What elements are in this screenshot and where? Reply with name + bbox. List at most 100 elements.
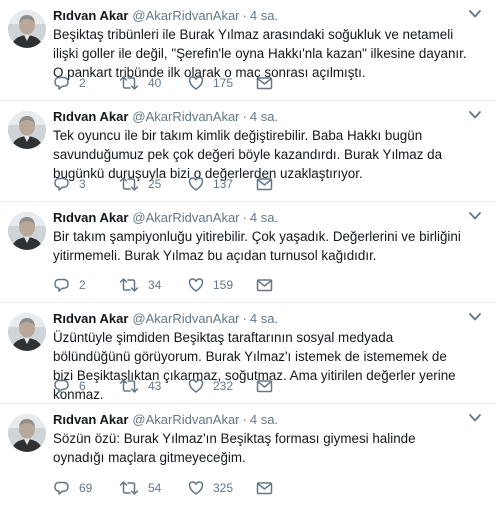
tweet-body: Rıdvan Akar @AkarRidvanAkar · 4 sa. Beşikta… [53, 7, 476, 82]
reply-button[interactable]: 2 [53, 277, 86, 293]
like-count: 175 [213, 76, 234, 90]
tweet-body: Rıdvan Akar @AkarRidvanAkar · 4 sa. Tek oyu… [53, 108, 476, 183]
tweet-header: Rıdvan Akar @AkarRidvanAkar · 4 sa. [53, 108, 476, 125]
retweet-count: 34 [148, 278, 162, 292]
retweet-count: 43 [148, 379, 162, 393]
chevron-down-icon[interactable] [468, 110, 482, 120]
heart-icon [188, 480, 204, 496]
tweet-header: Rıdvan Akar @AkarRidvanAkar · 4 sa. [53, 7, 476, 24]
username[interactable]: @AkarRidvanAkar [132, 109, 239, 124]
separator-dot: · [242, 311, 247, 326]
display-name[interactable]: Rıdvan Akar [53, 109, 128, 124]
chevron-down-icon[interactable] [468, 211, 482, 221]
reply-count: 3 [79, 177, 86, 191]
retweet-button[interactable]: 34 [119, 277, 161, 293]
avatar[interactable] [8, 212, 46, 250]
reply-count: 6 [79, 379, 86, 393]
retweet-icon [119, 480, 139, 496]
like-count: 159 [213, 278, 234, 292]
retweet-button[interactable]: 43 [119, 378, 161, 394]
display-name[interactable]: Rıdvan Akar [53, 210, 128, 225]
tweet-actions: 3 25 137 [53, 176, 293, 192]
display-name[interactable]: Rıdvan Akar [53, 412, 128, 427]
like-button[interactable]: 175 [188, 75, 233, 91]
timestamp[interactable]: 4 sa. [250, 311, 278, 326]
tweet-text: Beşiktaş tribünleri ile Burak Yılmaz ara… [53, 27, 467, 80]
envelope-icon [256, 277, 273, 293]
direct-message-button[interactable] [256, 480, 273, 496]
reply-icon [53, 277, 70, 293]
tweet[interactable]: Rıdvan Akar @AkarRidvanAkar · 4 sa. Bir tak… [0, 202, 496, 303]
retweet-button[interactable]: 54 [119, 480, 161, 496]
chevron-down-icon[interactable] [468, 9, 482, 19]
like-button[interactable]: 325 [188, 480, 233, 496]
direct-message-button[interactable] [256, 378, 273, 394]
like-button[interactable]: 159 [188, 277, 233, 293]
display-name[interactable]: Rıdvan Akar [53, 8, 128, 23]
envelope-icon [256, 176, 273, 192]
reply-count: 2 [79, 278, 86, 292]
avatar[interactable] [8, 10, 46, 48]
reply-button[interactable]: 6 [53, 378, 86, 394]
retweet-icon [119, 378, 139, 394]
timestamp[interactable]: 4 sa. [250, 109, 278, 124]
separator-dot: · [242, 412, 247, 427]
tweet-actions: 2 34 159 [53, 277, 293, 293]
tweet-header: Rıdvan Akar @AkarRidvanAkar · 4 sa. [53, 310, 476, 327]
reply-button[interactable]: 3 [53, 176, 86, 192]
username[interactable]: @AkarRidvanAkar [132, 210, 239, 225]
tweet-text: Sözün özü: Burak Yılmaz'ın Beşiktaş form… [53, 431, 416, 465]
username[interactable]: @AkarRidvanAkar [132, 412, 239, 427]
envelope-icon [256, 480, 273, 496]
retweet-icon [119, 277, 139, 293]
reply-icon [53, 176, 70, 192]
tweet[interactable]: Rıdvan Akar @AkarRidvanAkar · 4 sa. Sözün ö… [0, 404, 496, 505]
avatar[interactable] [8, 111, 46, 149]
timestamp[interactable]: 4 sa. [250, 8, 278, 23]
reply-icon [53, 378, 70, 394]
avatar[interactable] [8, 414, 46, 452]
retweet-icon [119, 75, 139, 91]
username[interactable]: @AkarRidvanAkar [132, 8, 239, 23]
tweet-actions: 6 43 232 [53, 378, 293, 394]
tweet-text: Bir takım şampiyonluğu yitirebilir. Çok … [53, 229, 461, 263]
tweet[interactable]: Rıdvan Akar @AkarRidvanAkar · 4 sa. Tek oyu… [0, 101, 496, 202]
retweet-button[interactable]: 40 [119, 75, 161, 91]
tweet-header: Rıdvan Akar @AkarRidvanAkar · 4 sa. [53, 411, 476, 428]
separator-dot: · [242, 109, 247, 124]
direct-message-button[interactable] [256, 75, 273, 91]
reply-button[interactable]: 69 [53, 480, 92, 496]
envelope-icon [256, 75, 273, 91]
tweet[interactable]: Rıdvan Akar @AkarRidvanAkar · 4 sa. Üzüntüy… [0, 303, 496, 404]
like-button[interactable]: 232 [188, 378, 233, 394]
timestamp[interactable]: 4 sa. [250, 412, 278, 427]
tweet[interactable]: Rıdvan Akar @AkarRidvanAkar · 4 sa. Beşikta… [0, 0, 496, 101]
reply-icon [53, 480, 70, 496]
chevron-down-icon[interactable] [468, 413, 482, 423]
tweet-body: Rıdvan Akar @AkarRidvanAkar · 4 sa. Sözün ö… [53, 411, 476, 467]
tweet-actions: 69 54 325 [53, 480, 293, 496]
username[interactable]: @AkarRidvanAkar [132, 311, 239, 326]
retweet-button[interactable]: 25 [119, 176, 161, 192]
retweet-count: 54 [148, 481, 162, 495]
heart-icon [188, 176, 204, 192]
reply-count: 2 [79, 76, 86, 90]
tweet-header: Rıdvan Akar @AkarRidvanAkar · 4 sa. [53, 209, 476, 226]
reply-button[interactable]: 2 [53, 75, 86, 91]
like-count: 137 [213, 177, 234, 191]
like-button[interactable]: 137 [188, 176, 233, 192]
timestamp[interactable]: 4 sa. [250, 210, 278, 225]
reply-icon [53, 75, 70, 91]
separator-dot: · [242, 210, 247, 225]
tweet-actions: 2 40 175 [53, 75, 293, 91]
heart-icon [188, 378, 204, 394]
tweet-body: Rıdvan Akar @AkarRidvanAkar · 4 sa. Bir tak… [53, 209, 476, 265]
display-name[interactable]: Rıdvan Akar [53, 311, 128, 326]
tweet-feed: Rıdvan Akar @AkarRidvanAkar · 4 sa. Beşikta… [0, 0, 496, 505]
direct-message-button[interactable] [256, 176, 273, 192]
avatar[interactable] [8, 313, 46, 351]
direct-message-button[interactable] [256, 277, 273, 293]
envelope-icon [256, 378, 273, 394]
chevron-down-icon[interactable] [468, 312, 482, 322]
like-count: 325 [213, 481, 234, 495]
